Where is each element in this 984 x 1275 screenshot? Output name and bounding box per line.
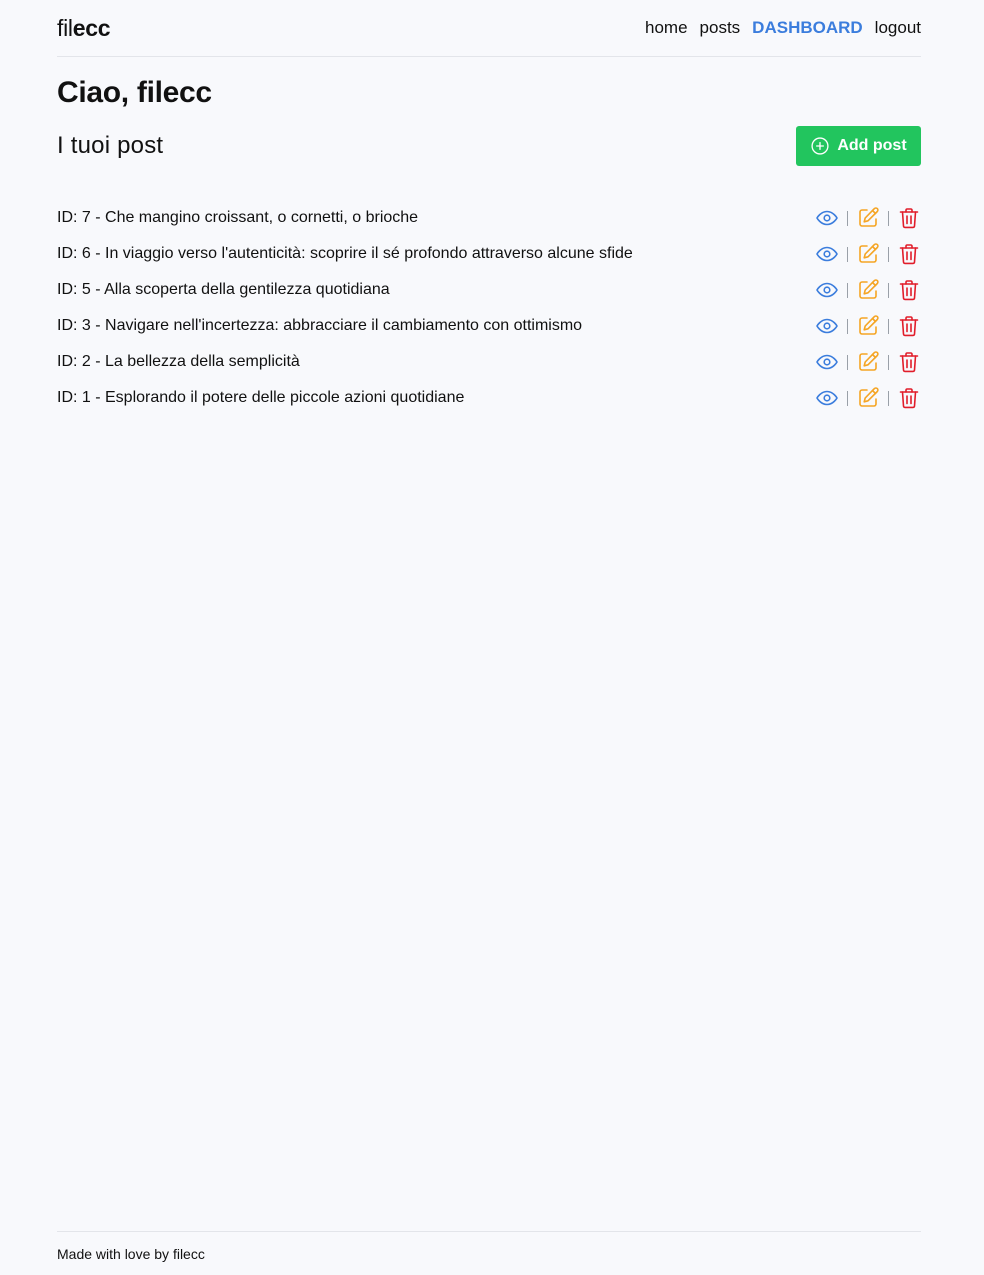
brand-text-light: fil bbox=[57, 14, 73, 41]
pencil-square-icon[interactable] bbox=[856, 242, 880, 266]
action-divider bbox=[888, 354, 889, 370]
action-divider bbox=[847, 354, 848, 370]
nav-posts-link[interactable]: posts bbox=[700, 18, 741, 38]
trash-icon[interactable] bbox=[897, 206, 921, 230]
action-divider bbox=[847, 210, 848, 226]
trash-icon[interactable] bbox=[897, 314, 921, 338]
footer-text: Made with love by filecc bbox=[57, 1246, 205, 1262]
eye-icon[interactable] bbox=[815, 314, 839, 338]
pencil-square-icon[interactable] bbox=[856, 278, 880, 302]
trash-icon[interactable] bbox=[897, 350, 921, 374]
eye-icon[interactable] bbox=[815, 206, 839, 230]
post-actions bbox=[815, 206, 921, 230]
action-divider bbox=[888, 282, 889, 298]
nav-home-link[interactable]: home bbox=[645, 18, 688, 38]
action-divider bbox=[847, 246, 848, 262]
post-title: ID: 3 - Navigare nell'incertezza: abbrac… bbox=[57, 317, 583, 334]
post-title: ID: 5 - Alla scoperta della gentilezza q… bbox=[57, 281, 390, 298]
action-divider bbox=[888, 390, 889, 406]
action-divider bbox=[888, 246, 889, 262]
page: filecc home posts DASHBOARD logout Ciao,… bbox=[0, 0, 984, 1275]
nav-dashboard-link[interactable]: DASHBOARD bbox=[752, 18, 863, 38]
pencil-square-icon[interactable] bbox=[856, 314, 880, 338]
top-navbar: filecc home posts DASHBOARD logout bbox=[57, 0, 921, 57]
post-row: ID: 1 - Esplorando il potere delle picco… bbox=[57, 380, 921, 416]
nav-logout-link[interactable]: logout bbox=[875, 18, 921, 38]
eye-icon[interactable] bbox=[815, 278, 839, 302]
post-row: ID: 7 - Che mangino croissant, o cornett… bbox=[57, 200, 921, 236]
post-actions bbox=[815, 386, 921, 410]
post-title: ID: 7 - Che mangino croissant, o cornett… bbox=[57, 209, 419, 226]
post-row: ID: 2 - La bellezza della semplicità bbox=[57, 344, 921, 380]
action-divider bbox=[888, 210, 889, 226]
add-post-label: Add post bbox=[837, 137, 907, 154]
page-title: Ciao, filecc bbox=[57, 76, 212, 109]
action-divider bbox=[847, 318, 848, 334]
post-title: ID: 6 - In viaggio verso l'autenticità: … bbox=[57, 245, 633, 262]
post-row: ID: 3 - Navigare nell'incertezza: abbrac… bbox=[57, 308, 921, 344]
post-actions bbox=[815, 350, 921, 374]
post-title: ID: 1 - Esplorando il potere delle picco… bbox=[57, 389, 465, 406]
trash-icon[interactable] bbox=[897, 242, 921, 266]
trash-icon[interactable] bbox=[897, 386, 921, 410]
post-list: ID: 7 - Che mangino croissant, o cornett… bbox=[57, 200, 921, 416]
trash-icon[interactable] bbox=[897, 278, 921, 302]
main-nav: home posts DASHBOARD logout bbox=[645, 18, 921, 38]
post-actions bbox=[815, 278, 921, 302]
action-divider bbox=[847, 282, 848, 298]
pencil-square-icon[interactable] bbox=[856, 386, 880, 410]
eye-icon[interactable] bbox=[815, 350, 839, 374]
plus-circle-icon bbox=[810, 136, 830, 156]
add-post-button[interactable]: Add post bbox=[796, 126, 921, 166]
posts-section-header: I tuoi post Add post bbox=[57, 126, 921, 166]
post-row: ID: 5 - Alla scoperta della gentilezza q… bbox=[57, 272, 921, 308]
section-title: I tuoi post bbox=[57, 132, 164, 159]
eye-icon[interactable] bbox=[815, 242, 839, 266]
eye-icon[interactable] bbox=[815, 386, 839, 410]
post-actions bbox=[815, 242, 921, 266]
brand-text-bold: ecc bbox=[72, 14, 111, 41]
pencil-square-icon[interactable] bbox=[856, 206, 880, 230]
pencil-square-icon[interactable] bbox=[856, 350, 880, 374]
brand-logo[interactable]: filecc bbox=[57, 14, 111, 42]
action-divider bbox=[847, 390, 848, 406]
footer: Made with love by filecc bbox=[57, 1231, 921, 1262]
post-title: ID: 2 - La bellezza della semplicità bbox=[57, 353, 300, 370]
post-row: ID: 6 - In viaggio verso l'autenticità: … bbox=[57, 236, 921, 272]
post-actions bbox=[815, 314, 921, 338]
action-divider bbox=[888, 318, 889, 334]
